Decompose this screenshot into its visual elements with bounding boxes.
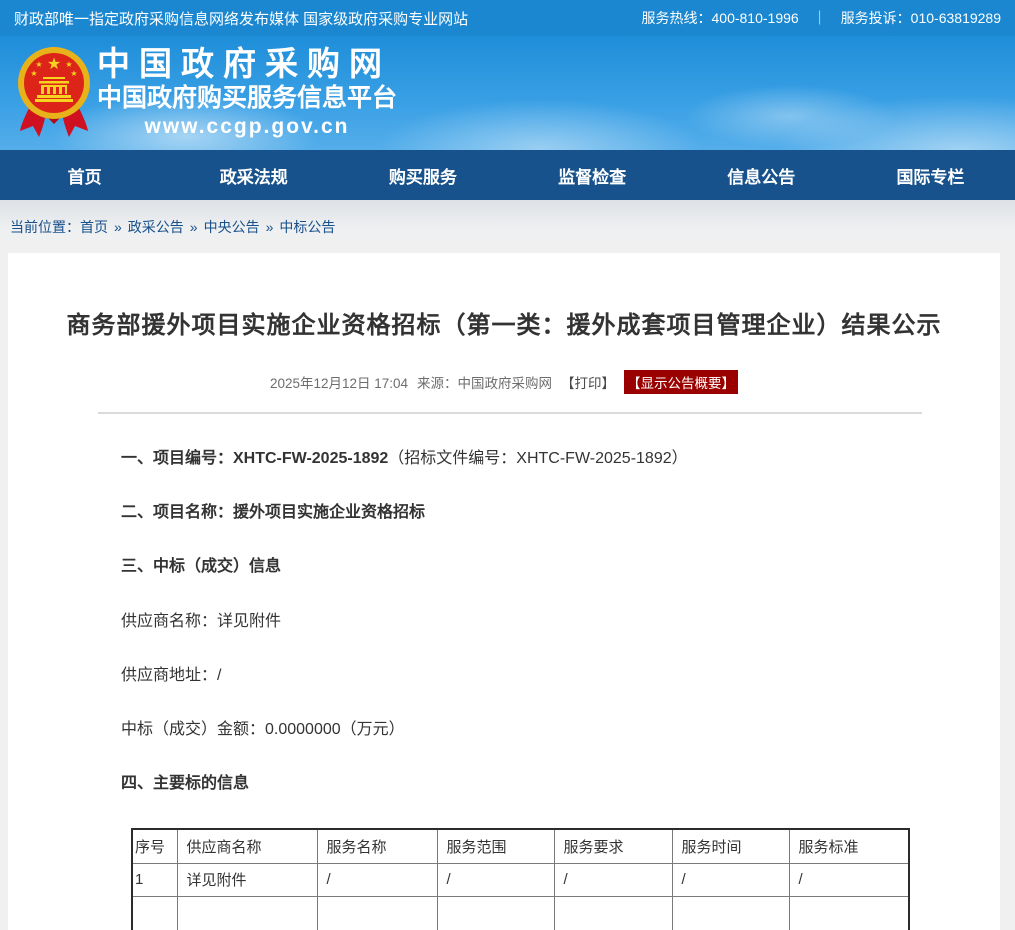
show-summary-button[interactable]: 【显示公告概要】 (624, 370, 738, 394)
svg-text:★: ★ (70, 69, 77, 78)
table-row-empty (132, 896, 909, 930)
cell-service-scope (437, 896, 554, 930)
cell-index: 1 (132, 863, 177, 896)
cell-supplier: 详见附件 (177, 863, 317, 896)
cell-service-name (317, 896, 437, 930)
site-logo[interactable]: 中国政府采购网 中国政府购买服务信息平台 www.ccgp.gov.cn (97, 46, 397, 140)
paragraph-supplier-address: 供应商地址：/ (121, 666, 910, 685)
service-contacts: 服务热线：400-810-1996 ｜ 服务投诉：010-63819289 (642, 8, 1002, 28)
page-title: 商务部援外项目实施企业资格招标（第一类：援外成套项目管理企业）结果公示 (8, 253, 1000, 340)
header-cell-service-time: 服务时间 (672, 829, 789, 863)
title-divider (98, 412, 922, 414)
breadcrumb: 当前位置：首页 » 政采公告 » 中央公告 » 中标公告 (0, 200, 1015, 253)
nav-item-international[interactable]: 国际专栏 (846, 150, 1015, 200)
breadcrumb-separator: » (266, 219, 274, 235)
site-subtitle: 中国政府购买服务信息平台 (97, 83, 397, 114)
svg-text:★: ★ (30, 69, 37, 78)
cell-service-requirements (554, 896, 672, 930)
site-url: www.ccgp.gov.cn (97, 114, 397, 140)
cell-service-time (672, 896, 789, 930)
nav-item-home[interactable]: 首页 (0, 150, 169, 200)
site-masthead: ★ ★ ★ ★ ★ 中国政府采购网 中国政府购买服务信息平台 www.ccgp.… (0, 36, 1015, 150)
header-cell-index: 序号 (132, 829, 177, 863)
header-cell-supplier: 供应商名称 (177, 829, 317, 863)
breadcrumb-separator: » (190, 219, 198, 235)
breadcrumb-prefix: 当前位置： (10, 219, 80, 235)
article-body: 一、项目编号：XHTC-FW-2025-1892（招标文件编号：XHTC-FW-… (121, 449, 910, 793)
breadcrumb-separator: » (114, 219, 122, 235)
main-nav: 首页 政采法规 购买服务 监督检查 信息公告 国际专栏 (0, 150, 1015, 200)
header-cell-service-name: 服务名称 (317, 829, 437, 863)
paragraph-award-amount: 中标（成交）金额：0.0000000（万元） (121, 720, 910, 739)
nav-item-purchase-services[interactable]: 购买服务 (338, 150, 507, 200)
article-panel: 商务部援外项目实施企业资格招标（第一类：援外成套项目管理企业）结果公示 2025… (8, 253, 1000, 930)
top-utility-bar: 财政部唯一指定政府采购信息网络发布媒体 国家级政府采购专业网站 服务热线：400… (0, 0, 1015, 36)
cell-supplier (177, 896, 317, 930)
nav-item-regulations[interactable]: 政采法规 (169, 150, 338, 200)
main-items-table: 序号 供应商名称 服务名称 服务范围 服务要求 服务时间 服务标准 1 详见附件… (131, 828, 910, 930)
print-button[interactable]: 【打印】 (561, 372, 615, 392)
table-row: 1 详见附件 / / / / / (132, 863, 909, 896)
site-slogan: 财政部唯一指定政府采购信息网络发布媒体 国家级政府采购专业网站 (14, 8, 468, 29)
nav-item-announcements[interactable]: 信息公告 (677, 150, 846, 200)
paragraph-main-items-heading: 四、主要标的信息 (121, 774, 910, 793)
cell-service-standard (789, 896, 909, 930)
header-cell-service-standard: 服务标准 (789, 829, 909, 863)
publish-datetime: 2025年12月12日 17:04 (270, 372, 408, 392)
cell-service-scope: / (437, 863, 554, 896)
paragraph-supplier-name: 供应商名称：详见附件 (121, 612, 910, 631)
nav-item-supervision[interactable]: 监督检查 (508, 150, 677, 200)
contact-divider: ｜ (813, 8, 827, 28)
svg-text:★: ★ (65, 60, 72, 69)
paragraph-award-info-heading: 三、中标（成交）信息 (121, 557, 910, 576)
breadcrumb-link-award-notices[interactable]: 中标公告 (279, 219, 335, 235)
service-complaint: 服务投诉：010-63819289 (841, 8, 1001, 28)
cell-service-requirements: / (554, 863, 672, 896)
cell-index (132, 896, 177, 930)
site-name: 中国政府采购网 (97, 46, 406, 83)
national-emblem-icon: ★ ★ ★ ★ ★ (16, 46, 92, 142)
cell-service-name: / (317, 863, 437, 896)
paragraph-project-name: 二、项目名称：援外项目实施企业资格招标 (121, 503, 910, 522)
breadcrumb-link-procurement-notices[interactable]: 政采公告 (128, 219, 184, 235)
header-cell-service-scope: 服务范围 (437, 829, 554, 863)
service-hotline: 服务热线：400-810-1996 (642, 8, 799, 28)
table-header-row: 序号 供应商名称 服务名称 服务范围 服务要求 服务时间 服务标准 (132, 829, 909, 863)
cell-service-standard: / (789, 863, 909, 896)
svg-text:★: ★ (47, 56, 61, 73)
article-meta: 2025年12月12日 17:04 来源：中国政府采购网 【打印】 【显示公告概… (8, 370, 1000, 394)
svg-text:★: ★ (35, 60, 42, 69)
breadcrumb-link-central-notices[interactable]: 中央公告 (204, 219, 260, 235)
cell-service-time: / (672, 863, 789, 896)
article-source: 来源：中国政府采购网 (417, 372, 552, 392)
header-cell-service-requirements: 服务要求 (554, 829, 672, 863)
paragraph-project-number: 一、项目编号：XHTC-FW-2025-1892（招标文件编号：XHTC-FW-… (121, 449, 910, 468)
breadcrumb-link-home[interactable]: 首页 (80, 219, 108, 235)
